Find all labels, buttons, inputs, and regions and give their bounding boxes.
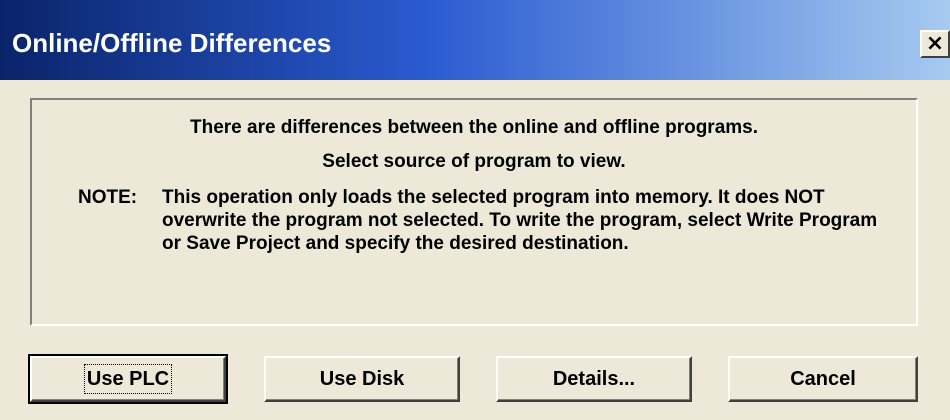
details-button-label: Details... — [552, 368, 636, 390]
dialog-title: Online/Offline Differences — [12, 28, 332, 58]
use-disk-button[interactable]: Use Disk — [264, 356, 460, 402]
title-bar[interactable]: Online/Offline Differences × — [0, 0, 950, 80]
message-panel: There are differences between the online… — [30, 98, 918, 326]
message-line-differences: There are differences between the online… — [189, 117, 758, 138]
note-label: NOTE: — [78, 187, 138, 208]
cancel-button[interactable]: Cancel — [728, 356, 918, 402]
use-disk-button-label: Use Disk — [319, 368, 405, 390]
close-button[interactable]: × — [920, 30, 950, 58]
use-plc-button-label: Use PLC — [83, 364, 173, 394]
dialog-window: Online/Offline Differences × There are d… — [0, 0, 950, 420]
close-icon: × — [925, 31, 945, 56]
note-text: This operation only loads the selected p… — [162, 187, 878, 254]
details-button[interactable]: Details... — [496, 356, 692, 402]
message-line-select-source: Select source of program to view. — [322, 151, 626, 172]
cancel-button-label: Cancel — [790, 368, 856, 390]
use-plc-button[interactable]: Use PLC — [28, 354, 228, 404]
